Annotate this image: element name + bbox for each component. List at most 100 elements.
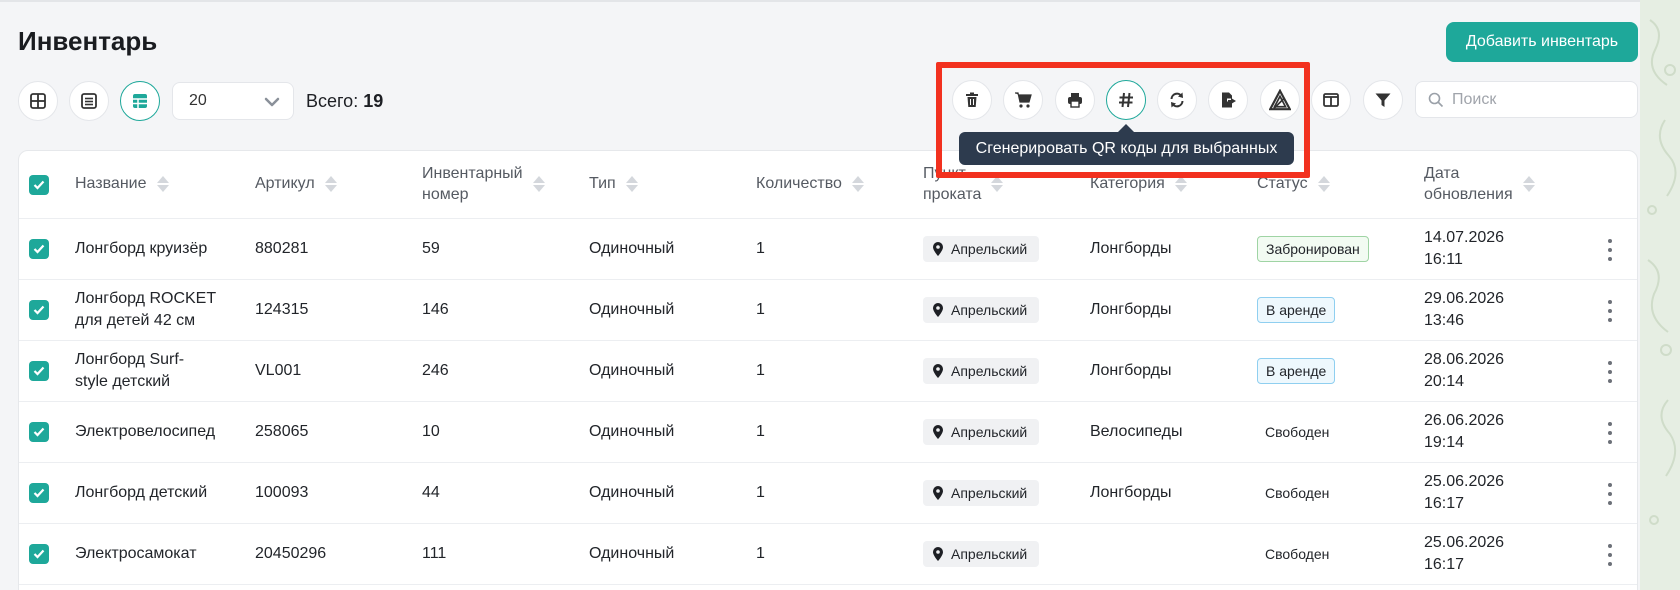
header-status[interactable]: Статус [1257,173,1330,194]
row-category: Лонгборды [1090,484,1172,501]
table-view-button[interactable] [120,81,160,121]
header-type[interactable]: Тип [589,173,638,194]
row-type: Одиночный [589,545,675,562]
row-name-line: для детей 42 см [75,312,196,329]
row-checkbox[interactable] [29,544,49,564]
table-row[interactable]: Лонгборд ROCKET для детей 42 см 124315 146 О… [19,280,1637,341]
header-article-label: Артикул [255,175,315,192]
chevron-down-icon [264,97,280,107]
header-type-label: Тип [589,175,616,192]
row-name-line: Лонгборд Surf- [75,351,185,368]
location-badge: Апрельский [923,419,1039,445]
columns-button[interactable] [1311,80,1351,120]
generate-qr-button[interactable] [1106,80,1146,120]
row-name: Электросамокат [75,543,197,565]
row-quantity: 1 [756,423,765,440]
row-name-line: style детский [75,373,171,390]
header-name[interactable]: Название [75,173,169,194]
row-name-line: Электровелосипед [75,423,216,440]
list-view-button[interactable] [69,81,109,121]
location-badge: Апрельский [923,358,1039,384]
search-box[interactable] [1415,81,1638,118]
row-checkbox[interactable] [29,483,49,503]
table-row[interactable]: Лонгборд детский 100093 44 Одиночный 1 Апрель… [19,463,1637,524]
row-checkbox[interactable] [29,239,49,259]
row-inv-number: 44 [422,484,440,501]
kebab-dot [1608,492,1612,496]
per-page-select[interactable]: 20 [172,82,294,120]
row-checkbox[interactable] [29,422,49,442]
location-label: Апрельский [951,363,1028,379]
row-menu-button[interactable] [1607,300,1613,322]
row-name: Электровелосипед [75,421,215,443]
row-updated: 25.06.2026 16:17 [1424,471,1504,515]
row-menu-button[interactable] [1607,544,1613,566]
row-menu-button[interactable] [1607,361,1613,383]
kebab-dot [1608,562,1612,566]
table-row[interactable]: Лонгборд круизёр 880281 59 Одиночный 1 Апрель… [19,219,1637,280]
kebab-dot [1608,431,1612,435]
background-strip [1640,0,1680,590]
row-menu-button[interactable] [1607,483,1613,505]
refresh-button[interactable] [1157,80,1197,120]
search-input[interactable] [1452,90,1622,109]
check-icon [33,549,45,559]
row-updated: 14.07.2026 16:11 [1424,227,1504,271]
grid-view-button[interactable] [18,81,58,121]
kebab-dot [1608,422,1612,426]
check-icon [33,366,45,376]
row-updated: 29.06.2026 13:46 [1424,288,1504,332]
header-point[interactable]: Пункт проката [923,163,1004,205]
row-menu-button[interactable] [1607,239,1613,261]
header-inv-number[interactable]: Инвентарный номер [422,163,545,205]
table-row[interactable]: Электровелосипед 258065 10 Одиночный 1 Апрель… [19,402,1637,463]
kebab-dot [1608,257,1612,261]
row-updated: 28.06.2026 20:14 [1424,349,1504,393]
header-updated-line1: Дата [1424,165,1460,182]
brand-button[interactable] [1260,80,1300,120]
row-inv-number: 111 [422,545,447,562]
row-article: VL001 [255,362,302,379]
grid-view-icon [30,93,46,109]
header-inv-number-line1: Инвентарный [422,165,523,182]
filter-button[interactable] [1363,80,1403,120]
select-all-checkbox[interactable] [29,175,49,195]
kebab-dot [1608,361,1612,365]
row-type: Одиночный [589,362,675,379]
row-checkbox[interactable] [29,361,49,381]
row-menu-button[interactable] [1607,422,1613,444]
location-label: Апрельский [951,485,1028,501]
sort-icon [625,174,638,194]
check-icon [33,180,45,190]
header-category[interactable]: Категория [1090,173,1187,194]
row-name-line: Лонгборд ROCKET [75,290,217,307]
kebab-dot [1608,248,1612,252]
table-row[interactable]: Лонгборд Surf-style детский VL001 246 Одино… [19,341,1637,402]
delete-button[interactable] [952,80,992,120]
table-header: Название Артикул Инвентарный номер Тип Ко… [19,151,1637,219]
export-button[interactable] [1208,80,1248,120]
columns-icon [1323,93,1339,107]
header-updated[interactable]: Дата обновления [1424,163,1535,205]
print-button[interactable] [1055,80,1095,120]
row-date: 26.06.2026 [1424,412,1505,429]
status-badge: В аренде [1257,297,1336,323]
header-quantity[interactable]: Количество [756,173,864,194]
cart-button[interactable] [1003,80,1043,120]
row-checkbox[interactable] [29,300,49,320]
map-pin-icon [933,486,943,500]
check-icon [33,244,45,254]
header-article[interactable]: Артикул [255,173,337,194]
row-article: 880281 [255,240,309,257]
row-category: Лонгборды [1090,240,1172,257]
map-pin-icon [933,242,943,256]
page-title: Инвентарь [18,26,158,56]
table-row[interactable]: Электросамокат 20450296 111 Одиночный 1 Апрел… [19,524,1637,585]
inventory-table: Название Артикул Инвентарный номер Тип Ко… [18,150,1638,590]
row-name: Лонгборд ROCKET для детей 42 см [75,288,216,332]
location-badge: Апрельский [923,480,1039,506]
add-inventory-button[interactable]: Добавить инвентарь [1446,22,1638,62]
search-icon [1428,92,1444,107]
row-name-line: Электросамокат [75,545,197,562]
location-badge: Апрельский [923,541,1039,567]
